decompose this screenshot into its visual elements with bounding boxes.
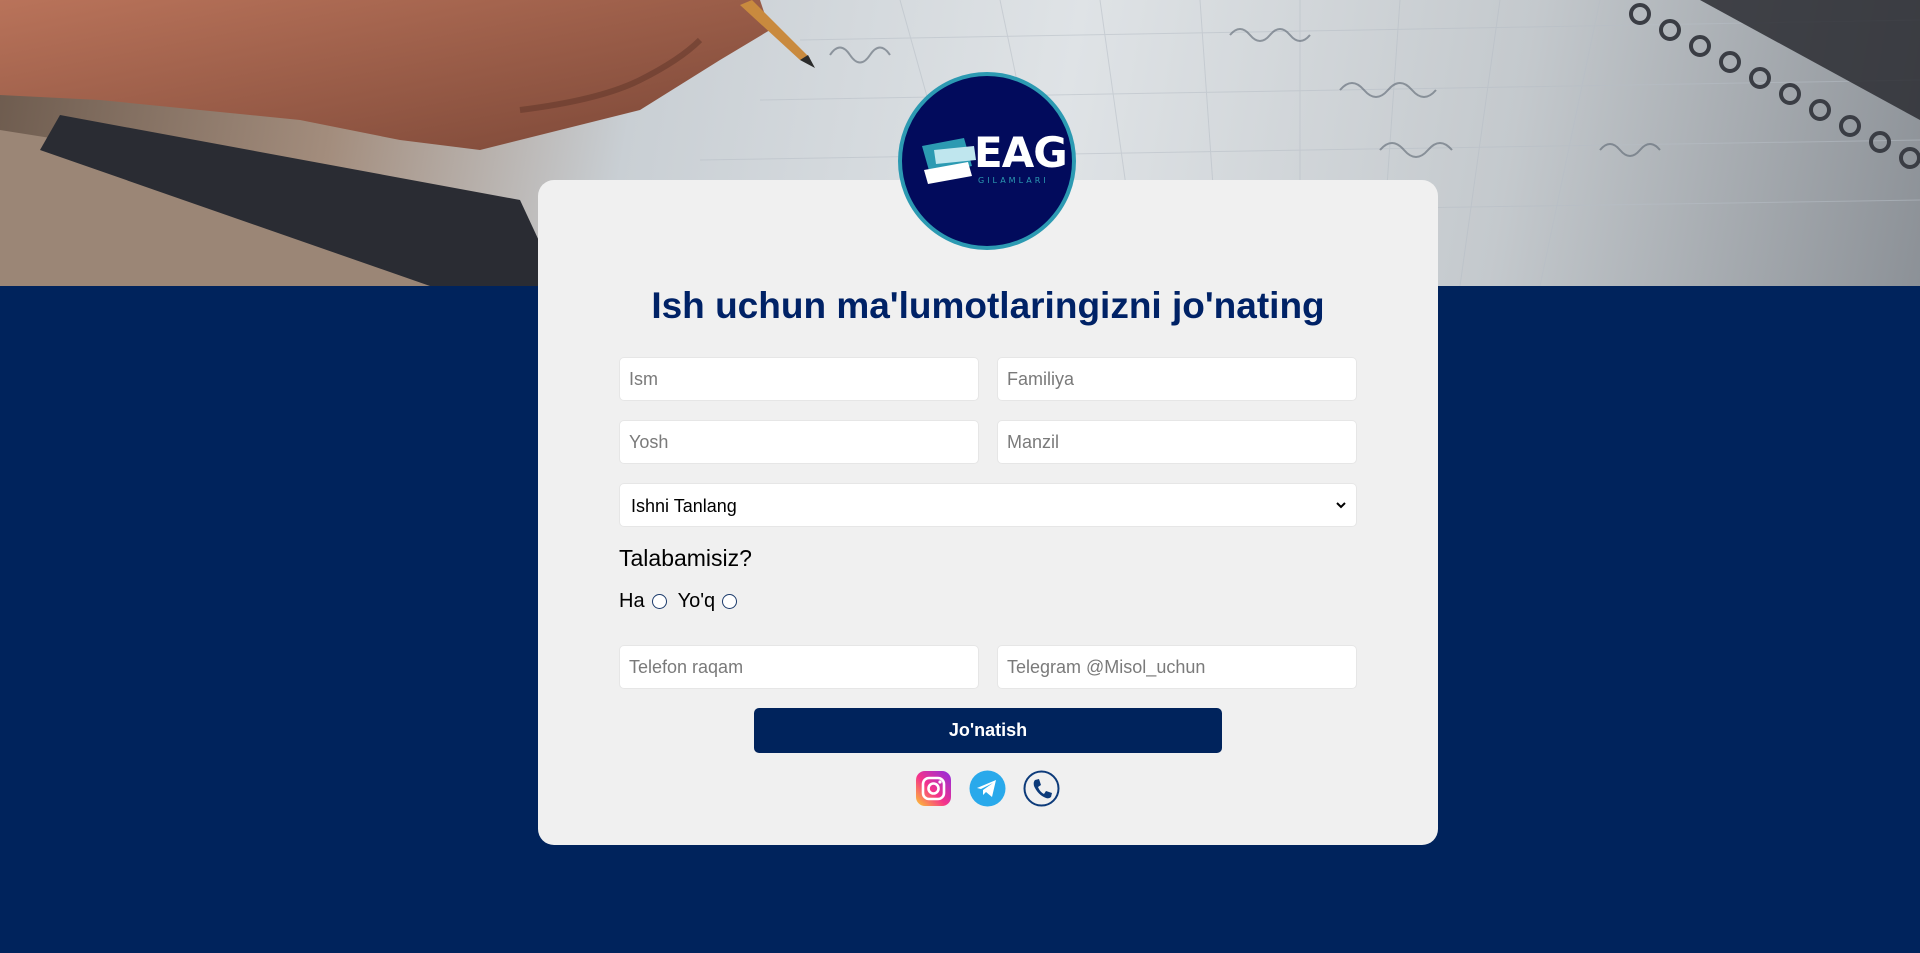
phone-input[interactable] [619,645,979,689]
job-select-value: Ishni Tanlang [631,496,737,516]
student-question: Talabamisiz? [619,545,752,571]
no-label: Yo'q [677,590,716,612]
last-name-input[interactable] [997,357,1357,401]
no-radio[interactable] [722,594,738,609]
logo-subtext: GILAMLARI [978,176,1049,185]
telegram-icon[interactable] [969,770,1006,807]
logo-text: EAG [974,128,1068,177]
form-title: Ish uchun ma'lumotlaringizni jo'nating [651,285,1325,326]
address-input[interactable] [997,420,1357,464]
age-input[interactable] [619,420,979,464]
chevron-down-icon [1336,502,1346,509]
page: EAG GILAMLARI Ish uchun ma'lumotlaringiz… [0,0,1920,953]
yes-label: Ha [619,590,645,612]
instagram-icon[interactable] [915,770,952,807]
submit-button[interactable]: Jo'natish [754,708,1222,753]
yes-radio[interactable] [651,594,667,609]
phone-icon[interactable] [1023,770,1060,807]
first-name-input[interactable] [619,357,979,401]
company-logo: EAG GILAMLARI [898,72,1076,250]
telegram-input[interactable] [997,645,1357,689]
student-radio-group: Ha Yo'q [619,590,748,613]
job-select[interactable]: Ishni Tanlang [619,483,1357,527]
